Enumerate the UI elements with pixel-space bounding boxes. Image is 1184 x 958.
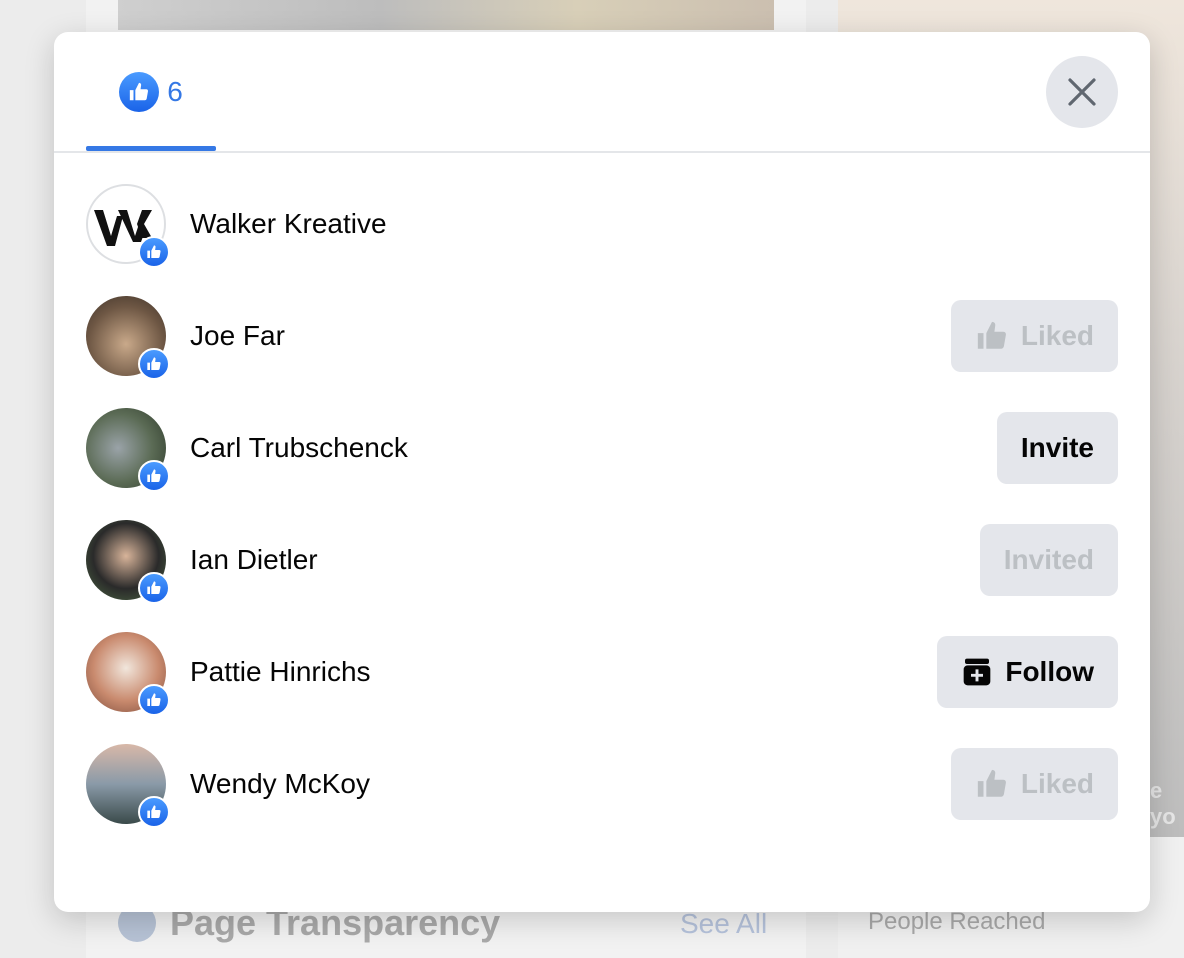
person-name[interactable]: Wendy McKoy	[190, 768, 951, 800]
follow-inbox-plus-icon	[964, 658, 991, 686]
like-badge-icon	[138, 236, 170, 268]
person-name[interactable]: Walker Kreative	[190, 208, 1118, 240]
button-label: Liked	[1020, 320, 1094, 351]
button-label: Invite	[1020, 432, 1094, 463]
avatar[interactable]	[86, 408, 170, 492]
person-row: Wendy McKoy Liked	[86, 744, 1118, 828]
person-name[interactable]: Ian Dietler	[190, 544, 980, 576]
reactions-dialog: 6 Walker Kreative Joe Far Liked Carl Trub…	[54, 32, 1150, 912]
button-label: Invited	[1003, 544, 1094, 575]
like-badge-icon	[138, 684, 170, 716]
like-count: 6	[167, 75, 183, 107]
like-badge-icon	[138, 572, 170, 604]
invited-button[interactable]: Invited	[979, 524, 1118, 596]
person-name[interactable]: Pattie Hinrichs	[190, 656, 937, 688]
close-icon	[1068, 78, 1096, 106]
like-badge-icon	[138, 348, 170, 380]
liked-button[interactable]: Liked	[950, 748, 1118, 820]
avatar[interactable]	[86, 744, 170, 828]
thumbs-up-icon	[977, 769, 1006, 797]
avatar[interactable]	[86, 632, 170, 716]
like-badge-icon	[138, 460, 170, 492]
person-name[interactable]: Joe Far	[190, 320, 951, 352]
like-icon	[119, 71, 160, 112]
people-reached-label: People Reached	[868, 908, 1046, 935]
background-partial-text: e yo	[1150, 778, 1176, 829]
follow-button[interactable]: Follow	[937, 636, 1118, 708]
thumbs-up-icon	[977, 321, 1006, 349]
divider	[54, 151, 1150, 153]
liked-button[interactable]: Liked	[950, 300, 1118, 372]
person-row: Carl Trubschenck Invite	[86, 408, 1118, 492]
avatar[interactable]	[86, 520, 170, 604]
invite-button[interactable]: Invite	[996, 412, 1118, 484]
button-label: Liked	[1020, 768, 1094, 799]
person-name[interactable]: Carl Trubschenck	[190, 432, 997, 464]
person-row: Ian Dietler Invited	[86, 520, 1118, 604]
person-row: Walker Kreative	[86, 184, 1118, 268]
avatar[interactable]	[86, 296, 170, 380]
tab-likes[interactable]: 6	[86, 32, 216, 151]
see-all-link[interactable]: See All	[680, 908, 767, 940]
like-badge-icon	[138, 796, 170, 828]
button-label: Follow	[1005, 656, 1094, 687]
person-row: Joe Far Liked	[86, 296, 1118, 380]
close-button[interactable]	[1046, 56, 1118, 128]
person-row: Pattie Hinrichs Follow	[86, 632, 1118, 716]
avatar[interactable]	[86, 184, 170, 268]
background-post-image	[118, 0, 774, 30]
